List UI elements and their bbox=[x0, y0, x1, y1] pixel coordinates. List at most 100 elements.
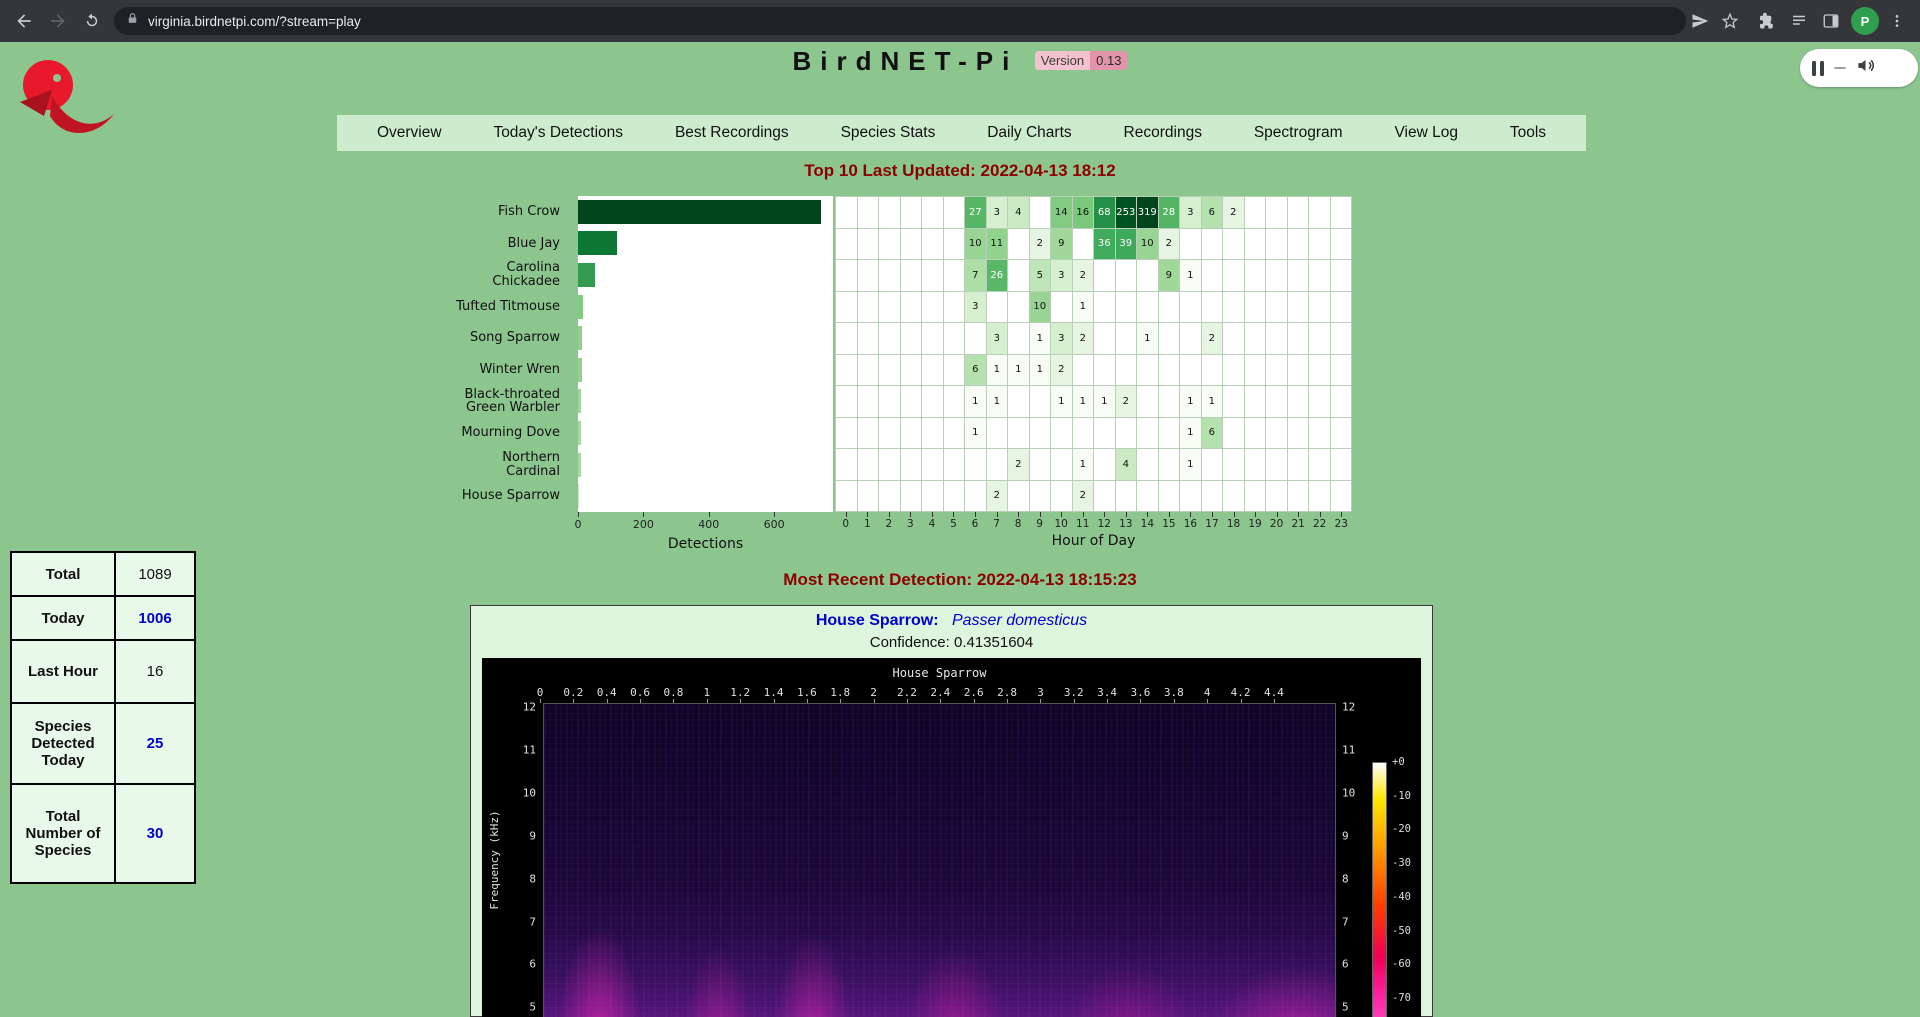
heatmap-cell bbox=[944, 292, 965, 323]
heatmap-cell bbox=[1309, 323, 1330, 354]
nav-item-tools[interactable]: Tools bbox=[1510, 124, 1546, 142]
heatmap-x-ticks: 01234567891011121314151617181920212223 bbox=[835, 512, 1352, 534]
heatmap-cell bbox=[901, 197, 922, 228]
species-scientific-name-link[interactable]: Passer domesticus bbox=[952, 612, 1087, 629]
menu-kebab-icon[interactable] bbox=[1884, 8, 1910, 34]
heatmap-cell bbox=[901, 449, 922, 480]
heatmap-cell bbox=[836, 260, 857, 291]
profile-avatar[interactable]: P bbox=[1851, 7, 1879, 35]
padlock-icon[interactable] bbox=[126, 12, 139, 30]
heatmap-cell bbox=[1202, 292, 1223, 323]
heatmap-cell: 1 bbox=[1051, 386, 1072, 417]
send-page-icon[interactable] bbox=[1687, 8, 1713, 34]
speaker-icon[interactable] bbox=[1856, 56, 1875, 80]
heatmap-cell bbox=[1223, 355, 1244, 386]
heatmap-cell bbox=[879, 229, 900, 260]
heatmap-cell bbox=[1094, 323, 1115, 354]
reload-button[interactable] bbox=[78, 7, 106, 35]
heatmap-cell: 14 bbox=[1051, 197, 1072, 228]
heatmap-cell bbox=[1116, 292, 1137, 323]
heatmap-cell bbox=[1202, 355, 1223, 386]
nav-item-recordings[interactable]: Recordings bbox=[1124, 124, 1202, 142]
heatmap-cell: 6 bbox=[1202, 197, 1223, 228]
nav-item-species-stats[interactable]: Species Stats bbox=[841, 124, 936, 142]
pause-button[interactable] bbox=[1812, 61, 1824, 76]
heatmap-cell bbox=[944, 449, 965, 480]
x-tick-mark bbox=[1061, 512, 1062, 517]
heatmap-cell bbox=[1116, 355, 1137, 386]
bar-chart-x-ticks: 0200400600 bbox=[578, 512, 833, 534]
volume-slider[interactable] bbox=[1834, 67, 1846, 70]
nav-item-view-log[interactable]: View Log bbox=[1394, 124, 1457, 142]
birdnet-pi-page: virginia.birdnetpi.com/?stream=play P bbox=[0, 0, 1920, 1017]
heatmap-cell bbox=[836, 229, 857, 260]
heatmap-cell bbox=[1008, 481, 1029, 512]
nav-item-best-recordings[interactable]: Best Recordings bbox=[675, 124, 789, 142]
heatmap-cell: 4 bbox=[1008, 197, 1029, 228]
bookmark-star-icon[interactable] bbox=[1717, 8, 1743, 34]
heatmap-cell bbox=[1245, 292, 1266, 323]
heatmap-cell: 36 bbox=[1094, 229, 1115, 260]
heatmap-cell bbox=[1245, 229, 1266, 260]
side-panel-icon[interactable] bbox=[1818, 8, 1844, 34]
back-button[interactable] bbox=[10, 7, 38, 35]
stats-value-link[interactable]: 25 bbox=[115, 703, 195, 784]
heatmap-cell bbox=[965, 481, 986, 512]
species-common-name-link[interactable]: House Sparrow: bbox=[816, 612, 939, 629]
heatmap-cell bbox=[1137, 449, 1158, 480]
heatmap-cell bbox=[987, 292, 1008, 323]
nav-item-today-s-detections[interactable]: Today's Detections bbox=[493, 124, 623, 142]
heatmap-cell bbox=[858, 481, 879, 512]
heatmap-cell bbox=[858, 418, 879, 449]
heatmap-cell bbox=[879, 386, 900, 417]
nav-item-daily-charts[interactable]: Daily Charts bbox=[987, 124, 1071, 142]
url-bar[interactable]: virginia.birdnetpi.com/?stream=play bbox=[114, 7, 1686, 35]
x-tick-mark bbox=[910, 512, 911, 517]
detection-panel: House Sparrow: Passer domesticus Confide… bbox=[470, 605, 1433, 1017]
nav-item-overview[interactable]: Overview bbox=[377, 124, 442, 142]
x-tick-label: 19 bbox=[1248, 518, 1261, 530]
heatmap-cell: 1 bbox=[1094, 386, 1115, 417]
x-tick-label: 600 bbox=[764, 518, 785, 531]
heatmap-cell bbox=[1180, 292, 1201, 323]
x-tick-mark bbox=[1040, 512, 1041, 517]
heatmap-cell bbox=[858, 323, 879, 354]
heatmap-cell bbox=[1008, 229, 1029, 260]
heatmap-cell bbox=[1331, 260, 1352, 291]
heatmap-cell bbox=[1051, 418, 1072, 449]
species-label: Tufted Titmouse bbox=[402, 291, 570, 323]
heatmap-cell: 3 bbox=[1051, 260, 1072, 291]
spectrogram-title: House Sparrow bbox=[543, 666, 1336, 680]
spectrogram-plot-area bbox=[543, 703, 1336, 1017]
spectro-freq-tick-left: 5 bbox=[500, 1001, 536, 1014]
extensions-puzzle-icon[interactable] bbox=[1753, 8, 1779, 34]
heatmap-cell: 253 bbox=[1116, 197, 1137, 228]
heatmap-cell bbox=[1288, 418, 1309, 449]
spectro-time-tick: 1 bbox=[703, 686, 710, 699]
heatmap-cell: 1 bbox=[1137, 323, 1158, 354]
heatmap-cell bbox=[1309, 386, 1330, 417]
heatmap-cell bbox=[1094, 292, 1115, 323]
reading-list-icon[interactable] bbox=[1786, 8, 1812, 34]
spectro-time-tick: 1.4 bbox=[764, 686, 784, 699]
heatmap-cell bbox=[1180, 481, 1201, 512]
heatmap-cell bbox=[1159, 323, 1180, 354]
heatmap-cell: 16 bbox=[1073, 197, 1094, 228]
x-tick-mark bbox=[1083, 512, 1084, 517]
heatmap-cell: 1 bbox=[1073, 386, 1094, 417]
heatmap-cell: 2 bbox=[1051, 355, 1072, 386]
nav-item-spectrogram[interactable]: Spectrogram bbox=[1254, 124, 1343, 142]
heatmap-cell: 1 bbox=[1180, 386, 1201, 417]
colorbar-tick-label: -20 bbox=[1392, 823, 1411, 835]
stats-value-link[interactable]: 1006 bbox=[115, 596, 195, 640]
stats-value-link[interactable]: 30 bbox=[115, 784, 195, 883]
species-label: Mourning Dove bbox=[402, 417, 570, 449]
x-tick-label: 21 bbox=[1291, 518, 1304, 530]
heatmap-cell bbox=[1030, 197, 1051, 228]
forward-button[interactable] bbox=[44, 7, 72, 35]
heatmap-cell bbox=[922, 386, 943, 417]
heatmap-cell bbox=[1288, 355, 1309, 386]
heatmap-cell bbox=[1288, 386, 1309, 417]
x-tick-label: 1 bbox=[864, 518, 871, 530]
x-tick-mark bbox=[1169, 512, 1170, 517]
